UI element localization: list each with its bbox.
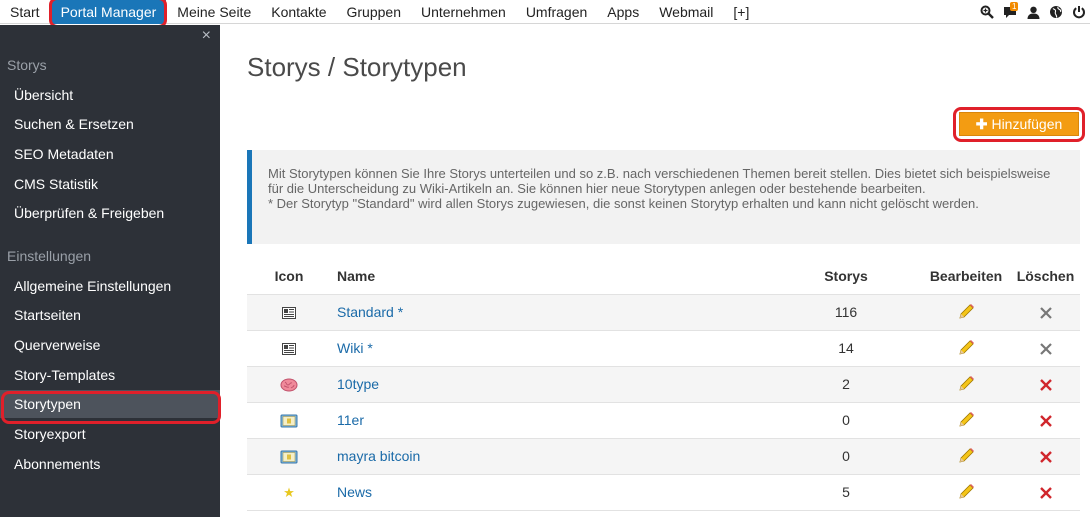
nav-kontakte[interactable]: Kontakte <box>261 0 336 24</box>
table-row: mayra bitcoin 0 <box>247 438 1080 475</box>
story-count: 0 <box>771 438 921 475</box>
nav-meine-seite[interactable]: Meine Seite <box>167 0 261 24</box>
pencil-icon[interactable] <box>957 411 975 429</box>
sidebar-section-storys: Storys <box>7 57 47 73</box>
top-navigation: Start Portal Manager Meine Seite Kontakt… <box>0 0 1090 24</box>
book-icon <box>280 414 298 428</box>
add-button-label: Hinzufügen <box>991 116 1063 132</box>
globe-icon[interactable] <box>1045 0 1067 24</box>
pencil-icon[interactable] <box>957 447 975 465</box>
col-icon: Icon <box>247 259 331 295</box>
pencil-icon[interactable] <box>957 303 975 321</box>
delete-disabled-icon <box>1039 306 1053 320</box>
sidebar-item-abonnements[interactable]: Abonnements <box>0 450 220 478</box>
delete-disabled-icon <box>1039 342 1053 356</box>
book-icon <box>280 450 298 464</box>
storytype-link[interactable]: 11er <box>337 412 364 428</box>
sidebar-section-einstellungen: Einstellungen <box>7 248 92 264</box>
page-title: Storys / Storytypen <box>247 52 467 82</box>
story-count: 116 <box>771 294 921 331</box>
close-icon[interactable]: × <box>202 28 211 44</box>
user-icon[interactable] <box>1022 0 1044 24</box>
delete-icon[interactable] <box>1039 378 1053 392</box>
sidebar-item-uebersicht[interactable]: Übersicht <box>0 81 220 109</box>
newspaper-icon <box>282 343 296 356</box>
nav-more[interactable]: [+] <box>723 0 759 24</box>
storytype-link[interactable]: Standard * <box>337 304 403 320</box>
sidebar-item-seo-metadaten[interactable]: SEO Metadaten <box>0 140 220 168</box>
col-name: Name <box>331 259 771 295</box>
sidebar-item-story-templates[interactable]: Story-Templates <box>0 361 220 389</box>
story-count: 5 <box>771 474 921 511</box>
sidebar-item-startseiten[interactable]: Startseiten <box>0 301 220 329</box>
newspaper-icon <box>282 307 296 320</box>
nav-gruppen[interactable]: Gruppen <box>337 0 411 24</box>
info-note: * Der Storytyp "Standard" wird allen Sto… <box>268 196 979 211</box>
sidebar-item-suchen-ersetzen[interactable]: Suchen & Ersetzen <box>0 110 220 138</box>
table-row: Standard * 116 <box>247 294 1080 331</box>
sidebar-item-ueberpruefen-freigeben[interactable]: Überprüfen & Freigeben <box>0 199 220 227</box>
story-count: 0 <box>771 402 921 439</box>
sidebar: × Storys Übersicht Suchen & Ersetzen SEO… <box>0 25 220 517</box>
table-row: 10type 2 <box>247 366 1080 403</box>
star-icon <box>283 487 295 499</box>
notification-badge: 1 <box>1010 2 1019 11</box>
col-storys: Storys <box>771 259 921 295</box>
topnav-right-icons: 1 <box>975 0 1090 24</box>
pencil-icon[interactable] <box>957 375 975 393</box>
col-edit: Bearbeiten <box>921 259 1011 295</box>
storytype-link[interactable]: News <box>337 484 372 500</box>
storytype-link[interactable]: Wiki * <box>337 340 373 356</box>
sidebar-item-cms-statistik[interactable]: CMS Statistik <box>0 170 220 198</box>
add-button[interactable]: ✚ Hinzufügen <box>959 112 1079 136</box>
info-box: Mit Storytypen können Sie Ihre Storys un… <box>247 150 1080 244</box>
storytype-link[interactable]: 10type <box>337 376 379 392</box>
power-icon[interactable] <box>1068 0 1090 24</box>
storytype-link[interactable]: mayra bitcoin <box>337 448 420 464</box>
sidebar-item-allgemeine-einstellungen[interactable]: Allgemeine Einstellungen <box>0 272 220 300</box>
storytypes-table: Icon Name Storys Bearbeiten Löschen Stan… <box>247 259 1080 511</box>
nav-start[interactable]: Start <box>0 0 50 24</box>
story-count: 14 <box>771 330 921 367</box>
nav-webmail[interactable]: Webmail <box>649 0 723 24</box>
sidebar-item-querverweise[interactable]: Querverweise <box>0 331 220 359</box>
nav-unternehmen[interactable]: Unternehmen <box>411 0 516 24</box>
search-icon[interactable] <box>976 0 998 24</box>
delete-icon[interactable] <box>1039 414 1053 428</box>
table-row: Wiki * 14 <box>247 330 1080 367</box>
chat-icon[interactable]: 1 <box>999 0 1021 24</box>
nav-umfragen[interactable]: Umfragen <box>516 0 597 24</box>
table-header-row: Icon Name Storys Bearbeiten Löschen <box>247 259 1080 295</box>
delete-icon[interactable] <box>1039 450 1053 464</box>
nav-portal-manager[interactable]: Portal Manager <box>50 0 167 24</box>
delete-icon[interactable] <box>1039 486 1053 500</box>
sidebar-item-storytypen[interactable]: Storytypen <box>0 390 220 418</box>
pencil-icon[interactable] <box>957 483 975 501</box>
plus-icon: ✚ <box>975 116 988 132</box>
pencil-icon[interactable] <box>957 339 975 357</box>
story-count: 2 <box>771 366 921 403</box>
nav-apps[interactable]: Apps <box>597 0 649 24</box>
col-delete: Löschen <box>1011 259 1080 295</box>
info-text: Mit Storytypen können Sie Ihre Storys un… <box>268 166 1051 196</box>
table-row: 11er 0 <box>247 402 1080 439</box>
table-row: News 5 <box>247 474 1080 511</box>
sidebar-item-storyexport[interactable]: Storyexport <box>0 420 220 448</box>
brain-icon <box>280 378 298 392</box>
main-content: Storys / Storytypen ✚ Hinzufügen Mit Stor… <box>220 25 1090 517</box>
